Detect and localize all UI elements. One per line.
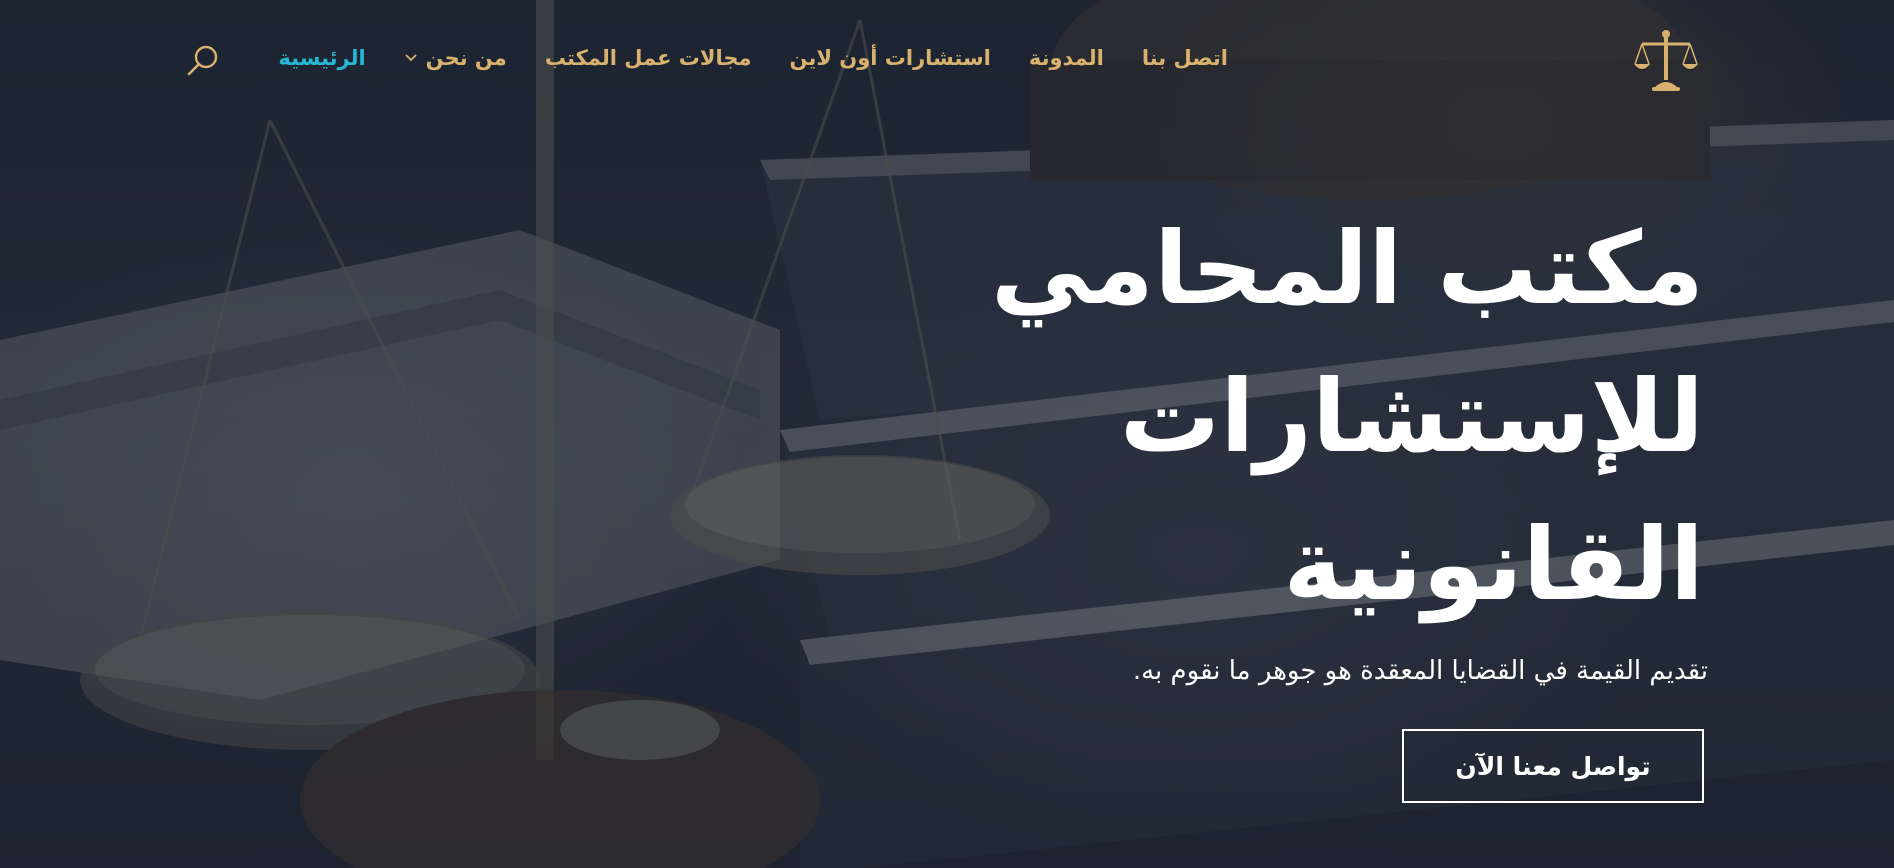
chevron-down-icon — [405, 54, 417, 62]
scales-of-justice-icon[interactable] — [1632, 26, 1700, 94]
hero-subtitle: تقديم القيمة في القضايا المعقدة هو جوهر … — [1132, 656, 1708, 686]
nav-item-contact[interactable]: اتصل بنا — [1142, 46, 1228, 70]
hero-title-line: مكتب المحامي — [990, 210, 1704, 327]
nav-item-online-consultations[interactable]: استشارات أون لاين — [790, 46, 991, 70]
hero-section: الرئيسية من نحن مجالات عمل المكتب استشار… — [0, 0, 1894, 868]
nav-item-about[interactable]: من نحن — [404, 46, 507, 70]
site-header: الرئيسية من نحن مجالات عمل المكتب استشار… — [0, 0, 1894, 120]
hero-content: مكتب المحامي للإستشارات القانونية تقديم … — [724, 195, 1708, 689]
search-icon[interactable] — [186, 44, 220, 78]
nav-item-label: المدونة — [1028, 46, 1104, 70]
nav-item-label: اتصل بنا — [1141, 46, 1228, 70]
hero-title-line: للإستشارات — [1119, 358, 1704, 475]
main-nav: الرئيسية من نحن مجالات عمل المكتب استشار… — [278, 46, 1228, 70]
contact-us-button[interactable]: تواصل معنا الآن — [1402, 729, 1704, 803]
hero-title-line: القانونية — [1283, 506, 1704, 623]
nav-item-label: من نحن — [425, 46, 507, 70]
nav-item-blog[interactable]: المدونة — [1029, 46, 1104, 70]
nav-item-home[interactable]: الرئيسية — [278, 46, 365, 70]
nav-item-label: مجالات عمل المكتب — [544, 46, 752, 70]
hero-title: مكتب المحامي للإستشارات القانونية — [724, 195, 1704, 639]
nav-item-label: استشارات أون لاين — [789, 46, 991, 70]
nav-item-label: الرئيسية — [278, 46, 366, 70]
nav-item-practice-areas[interactable]: مجالات عمل المكتب — [545, 46, 752, 70]
